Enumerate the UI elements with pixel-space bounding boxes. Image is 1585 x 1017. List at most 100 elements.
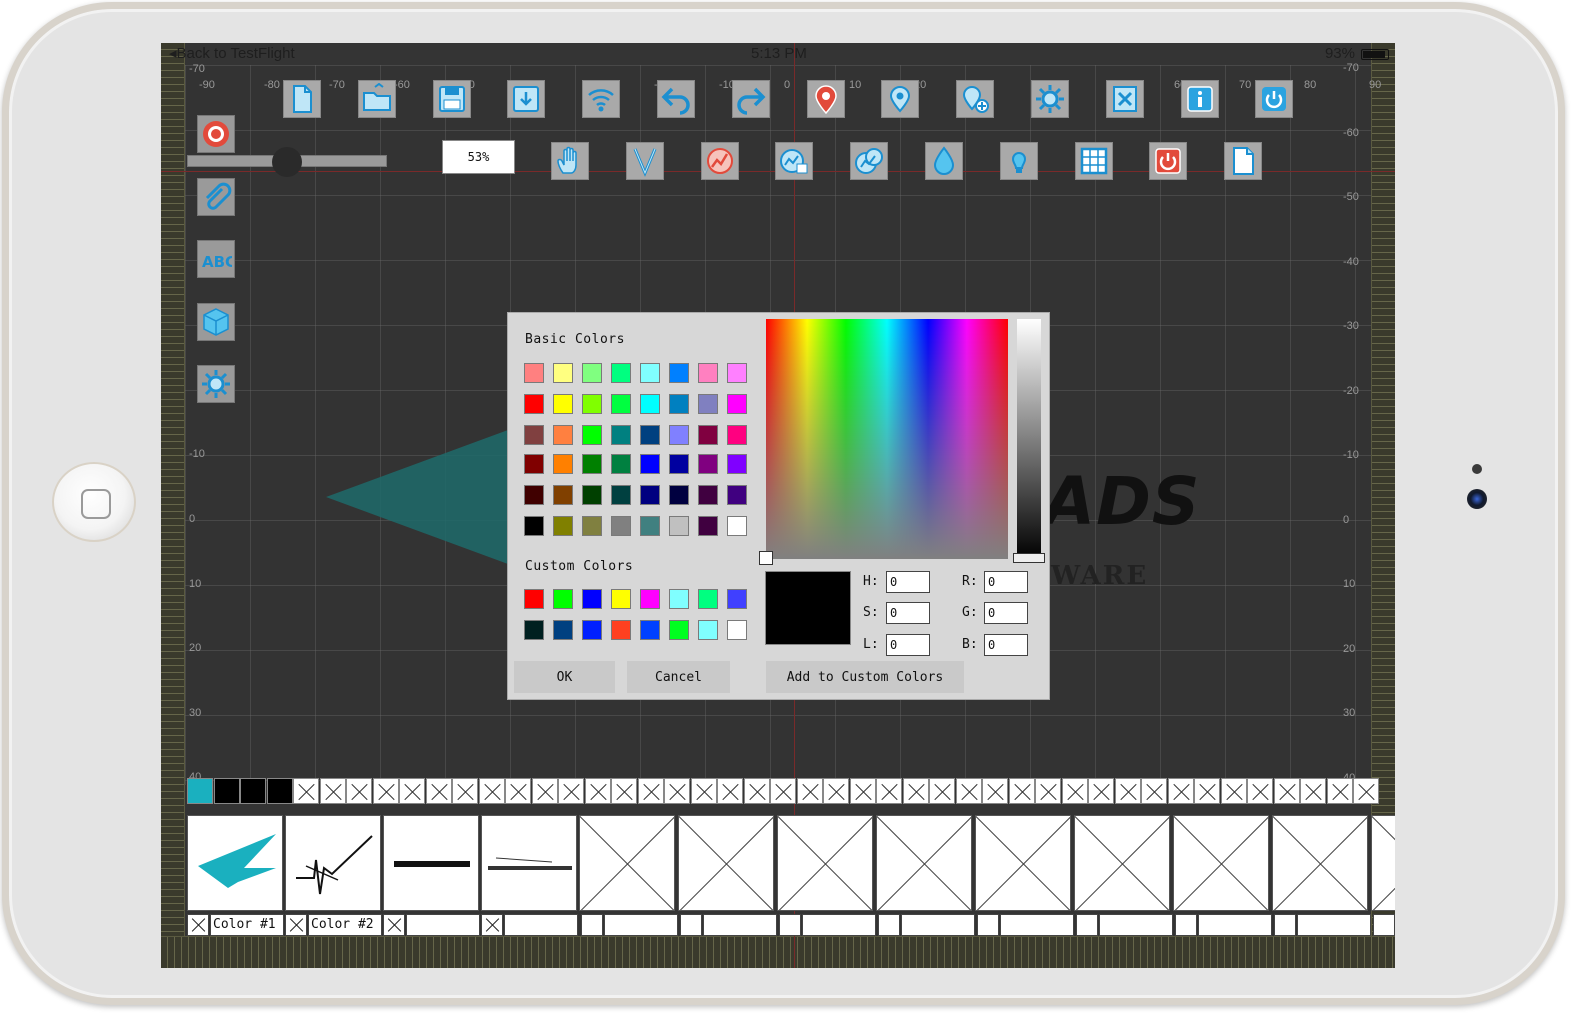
thread-slot-label[interactable] (604, 914, 678, 936)
custom-color-swatch[interactable] (553, 589, 573, 609)
empty-color-chip[interactable] (717, 778, 743, 804)
empty-color-chip[interactable] (425, 778, 452, 804)
empty-color-chip[interactable] (399, 778, 425, 804)
basic-color-swatch[interactable] (669, 516, 689, 536)
basic-color-swatch[interactable] (611, 485, 631, 505)
thumbnail-empty[interactable] (1371, 815, 1395, 911)
power-off-button[interactable] (1149, 142, 1188, 180)
basic-color-swatch[interactable] (582, 363, 602, 383)
empty-color-chip[interactable] (372, 778, 399, 804)
green-field[interactable]: 0 (984, 602, 1028, 624)
basic-color-swatch[interactable] (640, 363, 660, 383)
custom-color-swatch[interactable] (524, 589, 544, 609)
stitch-curve-button[interactable] (700, 142, 739, 180)
empty-color-chip[interactable] (531, 778, 558, 804)
empty-color-chip[interactable] (955, 778, 982, 804)
thread-slot[interactable] (779, 914, 801, 936)
page-button[interactable] (1224, 142, 1263, 180)
basic-color-swatch[interactable] (640, 425, 660, 445)
new-file-button[interactable] (283, 80, 321, 118)
remove-thread-4-button[interactable] (481, 914, 503, 936)
empty-color-chip[interactable] (346, 778, 372, 804)
thumbnail-empty[interactable] (777, 815, 873, 911)
empty-color-chip[interactable] (664, 778, 690, 804)
thumbnail-empty[interactable] (975, 815, 1071, 911)
back-to-testflight[interactable]: ◂Back to TestFlight (169, 43, 295, 65)
custom-color-swatch[interactable] (669, 589, 689, 609)
red-field[interactable]: 0 (984, 571, 1028, 593)
wireless-button[interactable] (582, 80, 621, 118)
thread-slot-label[interactable] (1000, 914, 1074, 936)
grid-button[interactable] (1074, 142, 1113, 180)
basic-color-swatch[interactable] (582, 485, 602, 505)
empty-color-chip[interactable] (1247, 778, 1273, 804)
empty-color-chip[interactable] (690, 778, 717, 804)
basic-color-swatch[interactable] (698, 454, 718, 474)
basic-color-swatch[interactable] (611, 425, 631, 445)
basic-color-swatch[interactable] (727, 454, 747, 474)
empty-color-chip[interactable] (902, 778, 929, 804)
empty-color-chip[interactable] (1114, 778, 1141, 804)
settings-gear-button[interactable] (1031, 80, 1069, 118)
thread-color-chip[interactable] (213, 778, 240, 804)
thread-slot[interactable] (581, 914, 603, 936)
empty-color-chip[interactable] (1194, 778, 1220, 804)
basic-color-swatch[interactable] (727, 394, 747, 414)
basic-color-swatch[interactable] (553, 394, 573, 414)
basic-color-swatch[interactable] (553, 425, 573, 445)
thread-3-label[interactable] (406, 914, 480, 936)
empty-color-chip[interactable] (743, 778, 770, 804)
empty-color-chip[interactable] (1061, 778, 1088, 804)
basic-color-swatch[interactable] (553, 363, 573, 383)
basic-color-swatch[interactable] (553, 485, 573, 505)
basic-color-swatch[interactable] (727, 516, 747, 536)
custom-color-swatch[interactable] (640, 589, 660, 609)
basic-color-swatch[interactable] (698, 425, 718, 445)
basic-color-swatch[interactable] (669, 394, 689, 414)
custom-color-swatch[interactable] (553, 620, 573, 640)
thumbnail-empty[interactable] (678, 815, 774, 911)
home-button[interactable] (52, 462, 136, 542)
empty-color-chip[interactable] (1141, 778, 1167, 804)
empty-color-chip[interactable] (558, 778, 584, 804)
undo-button[interactable] (657, 80, 695, 118)
redo-button[interactable] (731, 80, 770, 118)
thread-2-label[interactable]: Color #2 (308, 914, 382, 936)
remove-thread-3-button[interactable] (383, 914, 405, 936)
custom-color-swatch[interactable] (727, 620, 747, 640)
basic-color-swatch[interactable] (524, 394, 544, 414)
thumbnail-1[interactable] (187, 815, 283, 911)
basic-color-swatch[interactable] (611, 454, 631, 474)
thread-slot-label[interactable] (703, 914, 777, 936)
basic-color-swatch[interactable] (611, 363, 631, 383)
empty-color-chip[interactable] (1353, 778, 1379, 804)
empty-color-chip[interactable] (1035, 778, 1061, 804)
abc-text-button[interactable]: ABC (197, 240, 235, 278)
luminance-arrow[interactable] (1013, 553, 1045, 563)
basic-color-swatch[interactable] (611, 394, 631, 414)
basic-color-swatch[interactable] (524, 454, 544, 474)
thumbnail-empty[interactable] (1173, 815, 1269, 911)
basic-color-swatch[interactable] (669, 454, 689, 474)
custom-color-swatch[interactable] (727, 589, 747, 609)
paperclip-button[interactable] (197, 177, 235, 216)
basic-color-swatch[interactable] (640, 454, 660, 474)
remove-thread-1-button[interactable] (187, 914, 209, 936)
thread-slot-label[interactable] (1099, 914, 1173, 936)
thread-color-chip[interactable] (187, 778, 213, 804)
cancel-button[interactable]: Cancel (627, 661, 730, 693)
save-button[interactable] (432, 80, 471, 118)
custom-color-swatch[interactable] (582, 620, 602, 640)
empty-color-chip[interactable] (478, 778, 505, 804)
close-file-button[interactable] (1105, 80, 1144, 118)
target-button[interactable] (197, 115, 235, 153)
info-button[interactable] (1180, 80, 1219, 118)
empty-color-chip[interactable] (505, 778, 531, 804)
zoom-value-field[interactable]: 53% (442, 140, 515, 174)
empty-color-chip[interactable] (1220, 778, 1247, 804)
basic-color-swatch[interactable] (698, 516, 718, 536)
map-pin-button[interactable] (806, 80, 845, 118)
thread-slot[interactable] (878, 914, 900, 936)
save-as-button[interactable] (507, 80, 546, 118)
basic-color-swatch[interactable] (611, 516, 631, 536)
